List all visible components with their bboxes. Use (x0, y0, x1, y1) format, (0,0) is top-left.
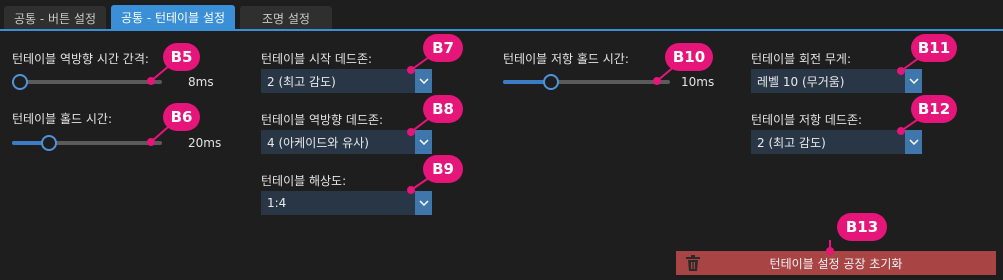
resist-hold-slider[interactable] (503, 72, 670, 92)
start-deadzone-label: 턴테이블 시작 데드존: (261, 52, 373, 66)
tab-lighting-settings[interactable]: 조명 설정 (240, 6, 332, 30)
chevron-down-icon[interactable] (415, 130, 432, 154)
hold-time-slider[interactable] (12, 133, 162, 153)
callout-b7: B7 (423, 34, 463, 62)
callout-dot-b12 (897, 127, 905, 135)
chevron-down-icon[interactable] (415, 191, 432, 215)
rotation-weight-label: 턴테이블 회전 무게: (751, 52, 851, 66)
callout-b8: B8 (423, 95, 463, 123)
tab-common-turntable-settings[interactable]: 공통 - 턴테이블 설정 (111, 5, 235, 30)
callout-dot-b6 (147, 138, 155, 146)
chevron-down-icon[interactable] (415, 69, 432, 93)
reverse-deadzone-label: 턴테이블 역방향 데드존: (261, 113, 384, 127)
callout-dot-b9 (407, 186, 415, 194)
factory-reset-label: 턴테이블 설정 공장 초기화 (769, 256, 903, 271)
callout-dot-b11 (897, 67, 905, 75)
hold-time-label: 턴테이블 홀드 시간: (12, 112, 112, 126)
tab-underline (0, 29, 1003, 31)
hold-time-value: 20ms (188, 136, 222, 150)
resist-deadzone-select[interactable]: 2 (최고 감도) (751, 130, 922, 154)
chevron-down-icon[interactable] (905, 69, 922, 93)
callout-b13: B13 (837, 213, 887, 241)
callout-b11: B11 (911, 34, 957, 62)
chevron-down-icon[interactable] (905, 130, 922, 154)
factory-reset-button[interactable]: 턴테이블 설정 공장 초기화 (676, 251, 996, 275)
callout-b6: B6 (163, 103, 200, 131)
select-value: 4 (아케이드와 유사) (267, 135, 369, 150)
start-deadzone-select[interactable]: 2 (최고 감도) (261, 69, 432, 93)
callout-b10: B10 (665, 43, 713, 71)
select-value: 2 (최고 감도) (757, 135, 826, 150)
select-value: 레벨 10 (무거움) (757, 74, 845, 89)
callout-dot-b7 (407, 66, 415, 74)
resist-hold-value: 10ms (681, 75, 715, 89)
callout-dot-b8 (407, 128, 415, 136)
callout-b9: B9 (423, 155, 463, 183)
resolution-label: 턴테이블 해상도: (261, 174, 347, 188)
slider-track (12, 80, 162, 84)
resist-hold-label: 턴테이블 저항 홀드 시간: (503, 52, 629, 66)
resist-deadzone-label: 턴테이블 저항 데드존: (751, 113, 863, 127)
callout-dot-b13 (826, 247, 834, 255)
reverse-interval-slider[interactable] (12, 72, 162, 92)
trash-icon (686, 255, 700, 271)
callout-dot-b5 (147, 77, 155, 85)
callout-b5: B5 (163, 43, 200, 71)
resolution-select[interactable]: 1:4 (261, 191, 432, 215)
tab-common-button-settings[interactable]: 공통 - 버튼 설정 (4, 6, 106, 30)
slider-handle[interactable] (12, 74, 28, 90)
select-value: 2 (최고 감도) (267, 74, 336, 89)
callout-dot-b10 (653, 77, 661, 85)
tab-bar: 공통 - 버튼 설정 공통 - 턴테이블 설정 조명 설정 (0, 0, 1003, 31)
reverse-interval-label: 턴테이블 역방향 시간 간격: (12, 52, 149, 66)
callout-b12: B12 (911, 95, 957, 123)
select-value: 1:4 (267, 196, 287, 210)
slider-handle[interactable] (41, 135, 57, 151)
reverse-interval-value: 8ms (188, 75, 214, 89)
slider-handle[interactable] (543, 74, 559, 90)
